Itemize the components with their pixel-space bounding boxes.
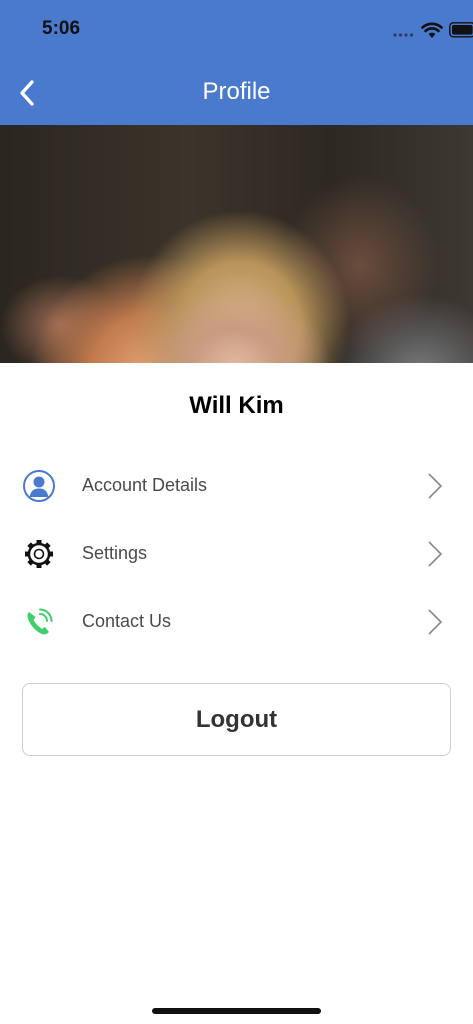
battery-icon bbox=[449, 22, 473, 38]
home-indicator[interactable] bbox=[152, 1008, 321, 1014]
logout-label: Logout bbox=[195, 706, 278, 733]
chevron-right-icon bbox=[428, 473, 443, 499]
status-time: 5:06 bbox=[42, 18, 81, 39]
gear-icon bbox=[25, 540, 53, 568]
menu-item-label: Contact Us bbox=[82, 611, 172, 631]
header-bar: 5:06 Profile bbox=[0, 0, 473, 125]
phone-icon bbox=[27, 608, 53, 635]
menu-item-settings[interactable]: Settings bbox=[0, 524, 473, 584]
menu-item-contact-us[interactable]: Contact Us bbox=[0, 592, 473, 652]
chevron-right-icon bbox=[428, 609, 443, 635]
menu-item-label: Account Details bbox=[82, 475, 208, 495]
user-name: Will Kim bbox=[189, 392, 284, 419]
profile-cover-photo bbox=[0, 125, 473, 363]
page-title: Profile bbox=[202, 78, 271, 105]
chevron-right-icon bbox=[428, 541, 443, 567]
menu-item-label: Settings bbox=[82, 543, 148, 563]
menu-item-account-details[interactable]: Account Details bbox=[0, 456, 473, 516]
logout-button[interactable]: Logout bbox=[22, 683, 451, 756]
cellular-signal-icon bbox=[393, 33, 414, 37]
user-avatar-icon bbox=[23, 470, 55, 502]
wifi-icon bbox=[421, 22, 443, 38]
